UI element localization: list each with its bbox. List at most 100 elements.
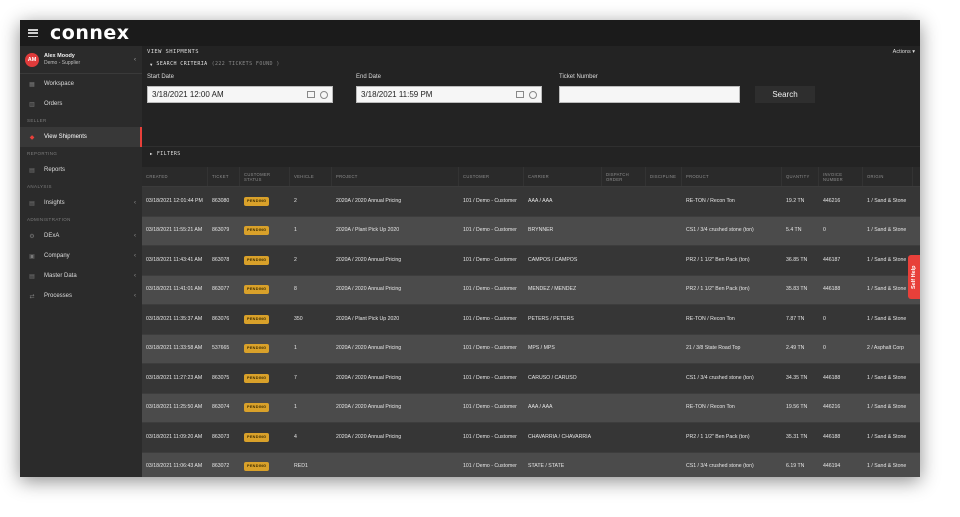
sidebar: AM Alex Moody Demo - Supplier ‹ ▦ Workspa… (20, 46, 142, 477)
table-row[interactable]: 03/18/2021 11:55:21 AM 863079 PENDING 1 2020… (142, 216, 920, 246)
filters-toggle[interactable]: ▶ FILTERS (142, 146, 920, 160)
column-header-invoice[interactable]: INVOICE NUMBER (819, 167, 863, 186)
calendar-icon[interactable] (516, 91, 524, 98)
column-header-discipline[interactable]: DISCIPLINE (646, 167, 682, 186)
chevron-left-icon: ‹ (134, 200, 136, 206)
menu-icon[interactable] (28, 29, 38, 37)
actions-menu[interactable]: Actions ▾ (893, 49, 915, 55)
search-button[interactable]: Search (755, 86, 815, 103)
ticket-number-input[interactable] (559, 86, 740, 103)
table-row[interactable]: 03/18/2021 11:41:01 AM 863077 PENDING 8 2020… (142, 275, 920, 305)
cell-carrier: PETERS / PETERS (528, 315, 574, 322)
sidebar-item-insights[interactable]: ▤ Insights ‹ (20, 193, 142, 213)
cell-origin: 1 / Sand & Stone (867, 433, 907, 440)
cell-discipline (646, 364, 682, 393)
cell-origin: 1 / Sand & Stone (867, 197, 907, 204)
cell-ticket: 863078 (212, 256, 230, 263)
self-help-button[interactable]: Self Help (908, 255, 920, 299)
chevron-left-icon[interactable]: ‹ (134, 57, 136, 63)
table-row[interactable]: 03/18/2021 11:33:58 AM 537665 PENDING 1 2020… (142, 334, 920, 364)
cell-carrier: BRYNNER (528, 227, 554, 234)
table-row[interactable]: 03/18/2021 11:09:20 AM 863073 PENDING 4 2020… (142, 423, 920, 453)
column-header-origin[interactable]: ORIGIN (863, 167, 913, 186)
table-row[interactable]: 03/18/2021 11:25:50 AM 863074 PENDING 1 2020… (142, 393, 920, 423)
sidebar-item-processes[interactable]: ⇄ Processes ‹ (20, 286, 142, 306)
column-header-carrier[interactable]: CARRIER (524, 167, 602, 186)
end-date-field[interactable]: 3/18/2021 11:59 PM (356, 86, 542, 103)
app-logo[interactable]: connex (50, 22, 130, 44)
user-menu[interactable]: AM Alex Moody Demo - Supplier ‹ (20, 46, 142, 74)
sidebar-item-label: Orders (44, 101, 63, 107)
caret-right-icon: ▶ (150, 151, 153, 156)
cell-vehicle: 1 (294, 404, 297, 411)
sidebar-item-label: Processes (44, 293, 73, 299)
cell-status: PENDING (240, 335, 290, 364)
column-header-status[interactable]: CUSTOMER STATUS (240, 167, 290, 186)
chevron-left-icon: ‹ (134, 293, 136, 299)
sidebar-item-orders[interactable]: ▥ Orders (20, 94, 142, 114)
cell-invoice: 446188 (823, 374, 841, 381)
cell-product: CS1 / 3/4 crushed stone (ton) (686, 463, 754, 470)
cell-project: 2020A / Plant Pick Up 2020 (336, 227, 400, 234)
column-header-dispatch[interactable]: DISPATCH ORDER (602, 167, 646, 186)
clock-icon[interactable] (320, 90, 328, 99)
status-badge: PENDING (244, 314, 270, 324)
column-header-project[interactable]: PROJECT (332, 167, 459, 186)
table-row[interactable]: 03/18/2021 11:43:41 AM 863078 PENDING 2 2020… (142, 246, 920, 276)
clock-icon[interactable] (529, 90, 537, 99)
column-header-quantity[interactable]: QUANTITY (782, 167, 819, 186)
cell-project: 2020A / 2020 Annual Pricing (336, 256, 402, 263)
cell-product: RE-TON / Recon Ton (686, 315, 735, 322)
sidebar-item-label: Company (44, 253, 70, 259)
start-date-field[interactable]: 3/18/2021 12:00 AM (147, 86, 333, 103)
cell-invoice: 446216 (823, 197, 841, 204)
cell-dispatch (602, 217, 646, 246)
app-window: connex AM Alex Moody Demo - Supplier ‹ ▦… (20, 20, 920, 477)
chart-icon: ▤ (29, 200, 35, 207)
cell-customer: 101 / Demo - Customer (463, 197, 517, 204)
page-title: VIEW SHIPMENTS (147, 49, 199, 55)
chevron-left-icon: ‹ (134, 233, 136, 239)
cell-quantity: 34.35 TN (786, 374, 808, 381)
cell-carrier: CARUSO / CARUSO (528, 374, 577, 381)
search-criteria-toggle[interactable]: ▼ SEARCH CRITERIA (222 TICKETS FOUND ) (142, 58, 920, 70)
column-header-created[interactable]: CREATED (142, 167, 208, 186)
cell-carrier: CAMPOS / CAMPOS (528, 256, 578, 263)
cell-discipline (646, 305, 682, 334)
sidebar-item-master-data[interactable]: ▤ Master Data ‹ (20, 266, 142, 286)
column-header-ticket[interactable]: TICKET (208, 167, 240, 186)
cell-invoice: 446187 (823, 256, 841, 263)
gear-icon: ⚙ (29, 233, 35, 240)
sidebar-item-reports[interactable]: ▤ Reports (20, 160, 142, 180)
cell-quantity: 2.49 TN (786, 345, 805, 352)
sidebar-item-dexa[interactable]: ⚙ DExA ‹ (20, 226, 142, 246)
column-header-product[interactable]: PRODUCT (682, 167, 782, 186)
cell-created: 03/18/2021 11:35:37 AM (146, 315, 203, 322)
cell-project: 2020A / Plant Pick Up 2020 (336, 315, 400, 322)
cell-discipline (646, 423, 682, 452)
sidebar-item-view-shipments[interactable]: ◆ View Shipments (20, 127, 142, 147)
avatar: AM (25, 52, 39, 67)
cell-invoice: 0 (823, 315, 826, 322)
sidebar-item-workspace[interactable]: ▦ Workspace (20, 74, 142, 94)
calendar-icon[interactable] (307, 91, 315, 98)
status-badge: PENDING (244, 432, 270, 442)
column-header-vehicle[interactable]: VEHICLE (290, 167, 332, 186)
cell-carrier: AAA / AAA (528, 404, 553, 411)
sidebar-item-company[interactable]: ▣ Company ‹ (20, 246, 142, 266)
table-row[interactable]: 03/18/2021 11:35:37 AM 863076 PENDING 350 20… (142, 305, 920, 335)
flow-icon: ⇄ (29, 293, 35, 300)
cell-invoice: 446188 (823, 433, 841, 440)
cell-ticket: 863075 (212, 374, 230, 381)
table-row[interactable]: 03/18/2021 11:27:23 AM 863075 PENDING 7 2020… (142, 364, 920, 394)
table-row[interactable]: 03/18/2021 11:06:43 AM 863072 PENDING RED1 1… (142, 452, 920, 477)
cell-dispatch (602, 423, 646, 452)
cell-quantity: 7.87 TN (786, 315, 805, 322)
cell-origin: 1 / Sand & Stone (867, 463, 907, 470)
cell-ticket: 863072 (212, 463, 230, 470)
table-row[interactable]: 03/18/2021 12:01:44 PM 863080 PENDING 2 2020… (142, 187, 920, 217)
status-badge: PENDING (244, 403, 270, 413)
cell-customer: 101 / Demo - Customer (463, 433, 517, 440)
column-header-customer[interactable]: CUSTOMER (459, 167, 524, 186)
grid-icon: ▦ (29, 81, 35, 88)
